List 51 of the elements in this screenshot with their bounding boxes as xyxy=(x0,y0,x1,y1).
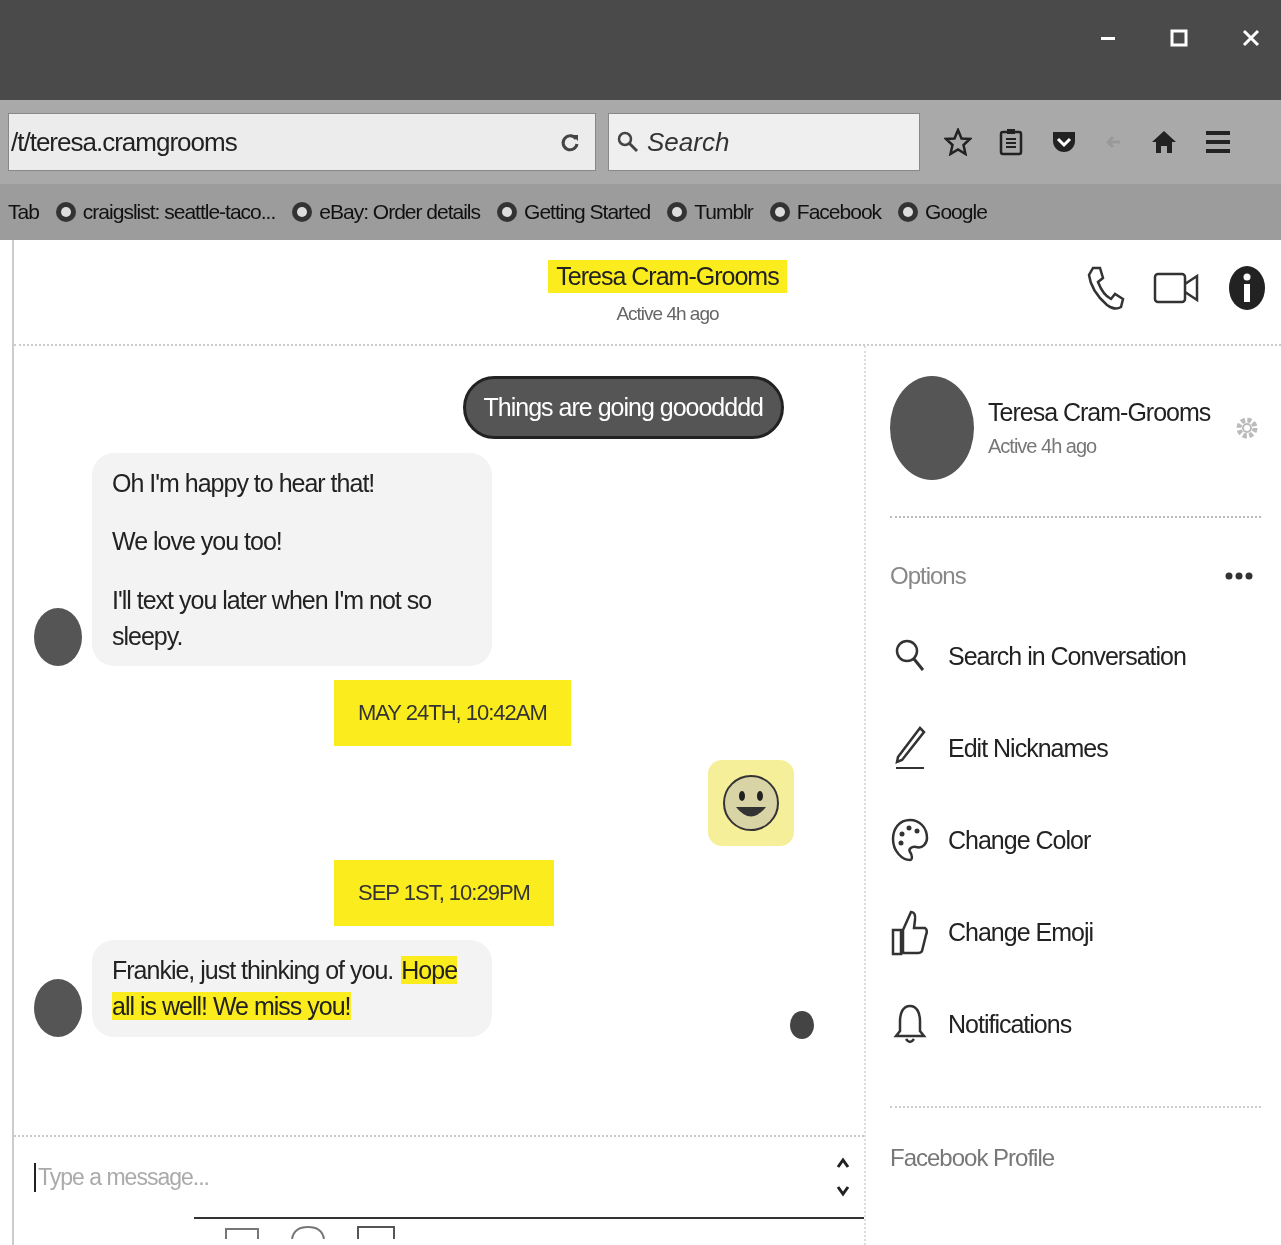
scroll-down-icon[interactable] xyxy=(836,1185,850,1197)
received-message: Oh I'm happy to hear that! We love you too! I'll text you later when I'm not so sleepy. xyxy=(92,453,492,666)
home-icon[interactable] xyxy=(1150,128,1178,156)
phone-icon[interactable] xyxy=(1085,265,1125,311)
bookmark-link[interactable]: eBay: Order details xyxy=(291,200,481,224)
site-icon xyxy=(897,201,920,223)
site-icon xyxy=(496,201,519,223)
contact-name: Teresa Cram-Grooms xyxy=(548,259,787,293)
site-icon xyxy=(666,201,689,223)
profile-status: Active 4h ago xyxy=(988,435,1098,458)
option-item[interactable]: Change Color xyxy=(890,794,1261,886)
maximize-icon[interactable] xyxy=(1169,28,1189,48)
active-status: Active 4h ago xyxy=(616,302,719,325)
url-text: /t/teresa.cramgrooms xyxy=(11,126,237,158)
profile-name: Teresa Cram-Grooms xyxy=(988,398,1212,427)
option-item[interactable]: Change Emoji xyxy=(890,886,1261,978)
address-bar[interactable]: /t/teresa.cramgrooms xyxy=(8,113,596,171)
thumbs-up-icon xyxy=(890,908,930,956)
scroll-up-icon[interactable] xyxy=(836,1157,850,1169)
options-heading: Options xyxy=(890,562,966,590)
timestamp: MAY 24TH, 10:42AM xyxy=(334,680,571,746)
search-icon xyxy=(616,130,640,154)
avatar xyxy=(34,608,82,666)
bookmark-link[interactable]: Tab xyxy=(8,200,39,224)
more-icon[interactable] xyxy=(1225,571,1253,581)
palette-icon xyxy=(890,818,930,862)
info-icon[interactable] xyxy=(1227,264,1267,312)
received-message: Frankie, just thinking of you. Hope all is well! We miss you! xyxy=(92,940,492,1037)
search-field[interactable]: Search xyxy=(608,113,920,171)
avatar xyxy=(34,978,82,1037)
reload-icon[interactable] xyxy=(559,131,581,153)
close-icon[interactable] xyxy=(1241,28,1261,48)
menu-icon[interactable] xyxy=(1204,129,1232,155)
bookmark-link[interactable]: Getting Started xyxy=(496,200,651,224)
profile-link[interactable]: Facebook Profile xyxy=(890,1144,1055,1171)
bookmark-link[interactable]: Tumblr xyxy=(666,200,753,224)
site-icon xyxy=(291,201,314,223)
star-icon[interactable] xyxy=(944,128,972,156)
bookmark-link[interactable]: Google xyxy=(897,200,987,224)
sent-message: Things are going gooodddd xyxy=(462,376,784,439)
clipboard-icon[interactable] xyxy=(998,128,1024,156)
option-item[interactable]: Notifications xyxy=(890,978,1261,1070)
option-item[interactable]: Search in Conversation xyxy=(890,610,1261,702)
video-camera-icon[interactable] xyxy=(1153,270,1199,306)
read-receipt-avatar xyxy=(790,1010,814,1039)
site-icon xyxy=(768,201,791,223)
site-icon xyxy=(54,201,77,223)
timestamp: SEP 1ST, 10:29PM xyxy=(334,860,554,926)
bookmark-link[interactable]: craigslist: seattle-taco... xyxy=(54,200,276,224)
bookmark-link[interactable]: Facebook xyxy=(768,200,882,224)
option-item[interactable]: Edit Nicknames xyxy=(890,702,1261,794)
